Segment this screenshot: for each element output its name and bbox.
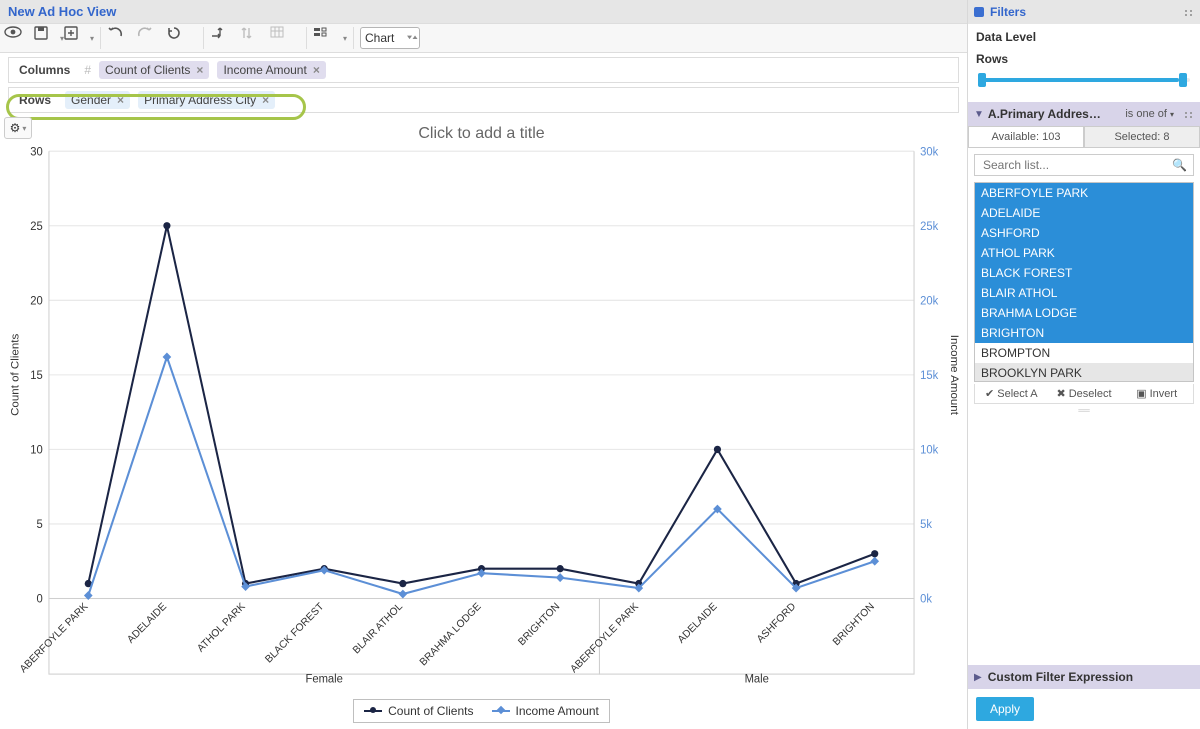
view-title: New Ad Hoc View xyxy=(8,4,116,19)
preview-icon[interactable] xyxy=(4,26,34,50)
svg-text:Count of Clients: Count of Clients xyxy=(9,333,21,415)
city-item[interactable]: ABERFOYLE PARK xyxy=(975,183,1193,203)
legend: Count of Clients Income Amount xyxy=(353,699,610,723)
tab-selected[interactable]: Selected: 8 xyxy=(1084,126,1200,147)
filters-titlebar: Filters xyxy=(968,0,1200,24)
select-all-button[interactable]: ✔ Select A xyxy=(975,384,1048,403)
svg-text:25: 25 xyxy=(30,221,43,233)
svg-text:BLACK FOREST: BLACK FOREST xyxy=(264,601,327,666)
svg-text:ADELAIDE: ADELAIDE xyxy=(676,601,719,646)
remove-icon[interactable]: × xyxy=(262,93,269,107)
chart-type-select[interactable]: Chart xyxy=(360,27,420,49)
filter-header[interactable]: ▼ A.Primary Addres… is one of ▾ xyxy=(968,102,1200,126)
svg-text:20: 20 xyxy=(30,295,43,307)
filters-icon xyxy=(974,7,984,17)
svg-text:10: 10 xyxy=(30,444,43,456)
svg-text:20k: 20k xyxy=(920,295,938,307)
remove-icon[interactable]: × xyxy=(313,63,320,77)
invert-button[interactable]: ▣ Invert xyxy=(1120,384,1193,403)
city-list[interactable]: ABERFOYLE PARKADELAIDEASHFORDATHOL PARKB… xyxy=(974,182,1194,382)
undo-icon[interactable] xyxy=(107,26,137,50)
custom-filter-expression-header[interactable]: ▶ Custom Filter Expression xyxy=(968,665,1200,689)
row-field[interactable]: Primary Address City× xyxy=(138,91,275,109)
svg-text:ADELAIDE: ADELAIDE xyxy=(126,601,169,646)
svg-text:Female: Female xyxy=(305,673,342,685)
redo-icon[interactable] xyxy=(137,26,167,50)
pivot-icon[interactable] xyxy=(210,26,240,50)
rows-label: Rows xyxy=(9,93,61,107)
operator-select[interactable]: is one of ▾ xyxy=(1125,108,1174,120)
svg-text:15k: 15k xyxy=(920,370,938,382)
legend-item[interactable]: Count of Clients xyxy=(364,704,473,718)
save-icon[interactable]: ▾ xyxy=(34,26,64,50)
remove-icon[interactable]: × xyxy=(196,63,203,77)
filter-search-input[interactable]: 🔍 xyxy=(974,154,1194,176)
search-icon[interactable]: 🔍 xyxy=(1172,158,1187,172)
svg-text:15: 15 xyxy=(30,370,43,382)
filter-tabs: Available: 103 Selected: 8 xyxy=(968,126,1200,148)
legend-item[interactable]: Income Amount xyxy=(492,704,599,718)
collapse-icon[interactable]: ▼ xyxy=(974,109,984,120)
svg-text:ABERFOYLE PARK: ABERFOYLE PARK xyxy=(569,601,641,675)
svg-text:ATHOL PARK: ATHOL PARK xyxy=(196,601,248,655)
chart-title-placeholder[interactable]: Click to add a title xyxy=(6,123,957,147)
city-item[interactable]: ATHOL PARK xyxy=(975,243,1193,263)
svg-text:30k: 30k xyxy=(920,146,938,158)
options-icon[interactable]: ▾ xyxy=(313,26,347,50)
svg-text:5: 5 xyxy=(37,519,43,531)
columns-shelf[interactable]: Columns # Count of Clients× Income Amoun… xyxy=(8,57,959,83)
svg-text:ASHFORD: ASHFORD xyxy=(755,601,798,645)
reset-icon[interactable] xyxy=(167,26,197,50)
column-field[interactable]: Count of Clients× xyxy=(99,61,209,79)
export-icon[interactable]: ▾ xyxy=(64,26,94,50)
svg-text:Income Amount: Income Amount xyxy=(948,335,960,416)
svg-text:5k: 5k xyxy=(920,519,932,531)
sort-icon[interactable] xyxy=(240,26,270,50)
svg-text:BLAIR ATHOL: BLAIR ATHOL xyxy=(351,601,405,656)
deselect-button[interactable]: ✖ Deselect xyxy=(1048,384,1121,403)
city-item[interactable]: ASHFORD xyxy=(975,223,1193,243)
rows-shelf[interactable]: Rows Gender× Primary Address City× xyxy=(8,87,959,113)
svg-text:25k: 25k xyxy=(920,221,938,233)
toolbar: ▾ ▾ ▾ Chart xyxy=(0,23,967,53)
svg-text:BRIGHTON: BRIGHTON xyxy=(517,601,563,648)
resize-handle-icon[interactable]: ══ xyxy=(968,404,1200,415)
rows-level-slider[interactable] xyxy=(978,70,1190,90)
svg-text:0: 0 xyxy=(37,594,43,606)
row-field[interactable]: Gender× xyxy=(65,91,130,109)
filters-title: Filters xyxy=(990,5,1178,19)
chart-settings-icon[interactable]: ⚙▾ xyxy=(4,117,32,139)
svg-text:0k: 0k xyxy=(920,594,932,606)
city-item[interactable]: BLACK FOREST xyxy=(975,263,1193,283)
svg-text:Male: Male xyxy=(745,673,769,685)
city-item[interactable]: BRIGHTON xyxy=(975,323,1193,343)
remove-icon[interactable]: × xyxy=(117,93,124,107)
tab-available[interactable]: Available: 103 xyxy=(968,126,1084,147)
city-item[interactable]: BLAIR ATHOL xyxy=(975,283,1193,303)
apply-button[interactable]: Apply xyxy=(976,697,1034,721)
svg-text:BRIGHTON: BRIGHTON xyxy=(831,601,877,648)
rows-level-label: Rows xyxy=(968,46,1200,68)
columns-label: Columns xyxy=(9,63,80,77)
table-mode-icon[interactable] xyxy=(270,26,300,50)
svg-text:30: 30 xyxy=(30,146,43,158)
data-level-label: Data Level xyxy=(968,24,1200,46)
svg-text:BRAHMA LODGE: BRAHMA LODGE xyxy=(418,601,484,668)
chart-canvas: 0 5 10 15 20 25 30 0k 5k 10k 15k 20k 25k 30k Female Mal… xyxy=(6,147,957,693)
selection-controls: ✔ Select A ✖ Deselect ▣ Invert xyxy=(974,384,1194,404)
titlebar: New Ad Hoc View xyxy=(0,0,967,23)
column-field[interactable]: Income Amount× xyxy=(217,61,325,79)
panel-options-icon[interactable] xyxy=(1178,5,1194,19)
city-item[interactable]: BROMPTON xyxy=(975,343,1193,363)
city-item[interactable]: BROOKLYN PARK xyxy=(975,363,1193,382)
svg-text:10k: 10k xyxy=(920,444,938,456)
svg-text:ABERFOYLE PARK: ABERFOYLE PARK xyxy=(18,601,90,675)
city-item[interactable]: ADELAIDE xyxy=(975,203,1193,223)
filter-options-icon[interactable] xyxy=(1178,107,1194,121)
city-item[interactable]: BRAHMA LODGE xyxy=(975,303,1193,323)
